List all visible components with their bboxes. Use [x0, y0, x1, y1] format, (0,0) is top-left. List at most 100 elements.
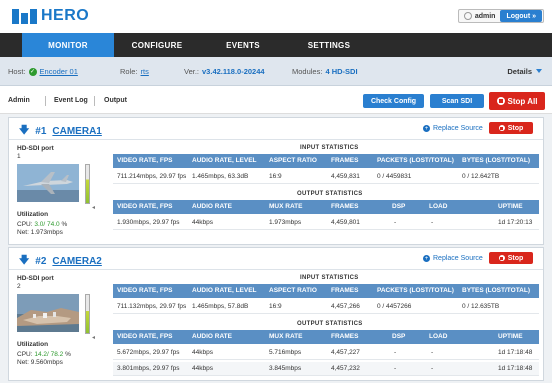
stop-button[interactable]: Stop	[489, 252, 533, 264]
table-cell: 3.801mbps, 29.97 fps	[117, 365, 180, 372]
tab-settings[interactable]: SETTINGS	[286, 33, 372, 57]
tab-events[interactable]: EVENTS	[200, 33, 286, 57]
camera-panel: 🡇 #2 CAMERA2 + Replace Source Stop HD-SD…	[8, 247, 544, 381]
collapse-arrow-icon[interactable]: 🡇	[19, 123, 29, 140]
table-cell: 1.465mbps, 57.8dB	[192, 303, 249, 310]
replace-source-link[interactable]: + Replace Source	[423, 125, 483, 132]
host-info-bar: Host: ✓ Encoder 01 Role: rts Ver.: v3.42…	[0, 57, 552, 86]
jet-thumbnail-icon	[17, 164, 79, 202]
net-value: 1.973mbps	[30, 229, 63, 236]
admin-link[interactable]: Admin	[8, 97, 30, 104]
role-link[interactable]: rts	[141, 67, 149, 76]
camera-header: 🡇 #1 CAMERA1 + Replace Source Stop	[9, 118, 543, 140]
table-row: 1.930mbps, 29.97 fps 44kbps 1.973mbps 4,…	[113, 216, 539, 230]
tab-configure[interactable]: CONFIGURE	[114, 33, 200, 57]
camera-panel: 🡇 #1 CAMERA1 + Replace Source Stop HD-SD…	[8, 117, 544, 245]
details-label: Details	[507, 67, 532, 76]
host-info: Host: ✓ Encoder 01	[8, 67, 78, 76]
column-header: UPTIME	[498, 203, 523, 210]
logout-button[interactable]: Logout »	[500, 10, 542, 22]
user-menu[interactable]: admin	[459, 12, 501, 20]
column-header: ASPECT RATIO	[269, 157, 317, 164]
camera-name-link[interactable]: CAMERA1	[52, 126, 101, 137]
column-header: FRAMES	[331, 333, 359, 340]
video-thumbnail	[17, 164, 79, 202]
speaker-icon: ◂	[92, 335, 96, 341]
scan-sdi-button[interactable]: Scan SDI	[430, 94, 484, 108]
table-row: 3.801mbps, 29.97 fps 44kbps 3.845mbps 4,…	[113, 362, 539, 376]
column-header: ASPECT RATIO	[269, 287, 317, 294]
column-header: BYTES (LOST/TOTAL)	[462, 287, 531, 294]
cpu-total: / 78.2	[47, 351, 64, 358]
table-cell: 0 / 12.642TB	[462, 173, 500, 180]
replace-source-label: Replace Source	[433, 255, 483, 262]
column-header: FRAMES	[331, 157, 359, 164]
input-statistics-label: INPUT STATISTICS	[300, 275, 359, 281]
main-nav: MONITOR CONFIGURE EVENTS SETTINGS	[0, 33, 552, 57]
table-row: 711.132mbps, 29.97 fps 1.465mbps, 57.8dB…	[113, 300, 539, 314]
cpu-unit: %	[61, 221, 68, 228]
cpu-unit: %	[65, 351, 71, 358]
column-header: UPTIME	[498, 333, 523, 340]
column-header: MUX RATE	[269, 203, 303, 210]
modules-info: Modules: 4 HD-SDI	[292, 67, 358, 76]
cpu-usage: CPU: 14.2/ 78.2 %	[17, 351, 71, 358]
action-bar: Admin Event Log Output Check Config Scan…	[0, 86, 552, 114]
column-header: AUDIO RATE	[192, 203, 232, 210]
cpu-label: CPU:	[17, 221, 33, 228]
table-cell: 3.845mbps	[269, 365, 302, 372]
collapse-arrow-icon[interactable]: 🡇	[19, 253, 29, 270]
user-icon	[463, 12, 472, 20]
column-header: AUDIO RATE, LEVEL	[192, 287, 257, 294]
replace-source-label: Replace Source	[433, 125, 483, 132]
replace-source-link[interactable]: + Replace Source	[423, 255, 483, 262]
table-cell: 1.973mbps	[269, 219, 302, 226]
table-cell: -	[431, 349, 434, 356]
stop-button[interactable]: Stop	[489, 122, 533, 134]
table-cell: 0 / 12.635TB	[462, 303, 500, 310]
user-box: admin Logout »	[457, 9, 544, 23]
event-log-link[interactable]: Event Log	[54, 97, 88, 104]
version-info: Ver.: v3.42.118.0-20244	[184, 67, 265, 76]
column-header: VIDEO RATE, FPS	[117, 203, 173, 210]
net-usage: Net: 1.973mbps	[17, 229, 63, 236]
check-config-button[interactable]: Check Config	[363, 94, 424, 108]
role-label: Role:	[120, 67, 138, 76]
output-link[interactable]: Output	[104, 97, 127, 104]
column-header: PACKETS (LOST/TOTAL)	[377, 287, 454, 294]
chevron-down-icon	[536, 69, 542, 73]
stop-icon	[498, 125, 505, 131]
version-label: Ver.:	[184, 67, 200, 76]
plus-icon: +	[423, 125, 430, 132]
cpu-usage: CPU: 3.0/ 74.0 %	[17, 221, 67, 228]
tab-monitor[interactable]: MONITOR	[22, 33, 114, 57]
column-header: MUX RATE	[269, 333, 303, 340]
role-info: Role: rts	[120, 67, 149, 76]
table-cell: 44kbps	[192, 349, 213, 356]
column-header: DSP	[392, 333, 406, 340]
cpu-label: CPU:	[17, 351, 33, 358]
logo-mark-icon	[12, 8, 37, 24]
input-statistics-label: INPUT STATISTICS	[300, 145, 359, 151]
city-thumbnail-icon	[17, 294, 79, 332]
port-number: 2	[17, 283, 21, 290]
table-cell: 5.672mbps, 29.97 fps	[117, 349, 180, 356]
column-header: FRAMES	[331, 203, 359, 210]
stop-all-button[interactable]: Stop All	[489, 92, 545, 110]
camera-title: 🡇 #1 CAMERA1	[19, 123, 102, 140]
table-cell: -	[394, 365, 397, 372]
camera-name-link[interactable]: CAMERA2	[52, 256, 101, 267]
input-table-header: VIDEO RATE, FPS AUDIO RATE, LEVEL ASPECT…	[113, 154, 539, 168]
column-header: AUDIO RATE, LEVEL	[192, 157, 257, 164]
details-toggle[interactable]: Details	[507, 67, 542, 76]
output-table-header: VIDEO RATE, FPS AUDIO RATE MUX RATE FRAM…	[113, 330, 539, 344]
column-header: DSP	[392, 203, 406, 210]
column-header: LOAD	[429, 333, 448, 340]
output-statistics-label: OUTPUT STATISTICS	[297, 191, 363, 197]
camera-number: #2	[35, 256, 47, 267]
table-cell: 4,457,232	[331, 365, 360, 372]
host-link[interactable]: Encoder 01	[40, 67, 78, 76]
column-header: LOAD	[429, 203, 448, 210]
divider	[45, 96, 46, 106]
table-cell: 16:9	[269, 303, 282, 310]
